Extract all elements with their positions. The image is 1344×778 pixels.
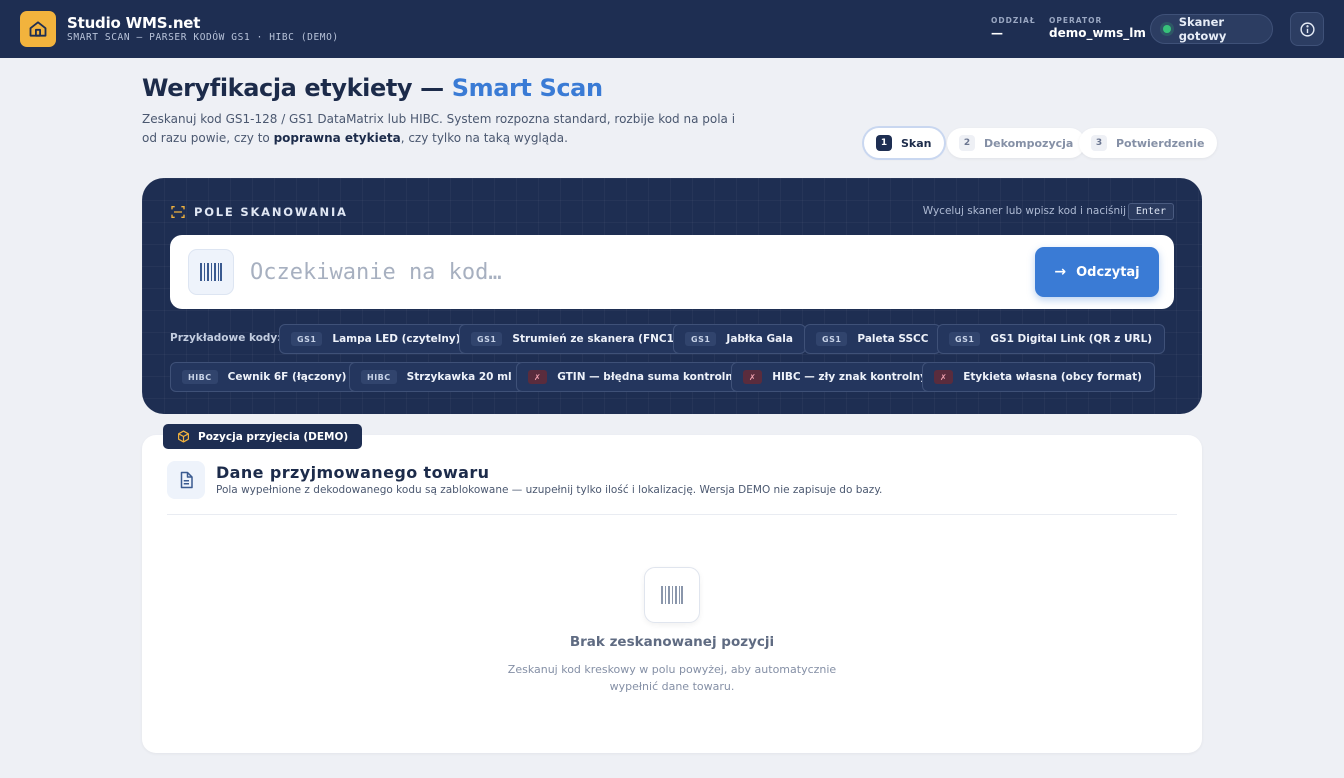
scan-heading: POLE SKANOWANIA — [194, 205, 348, 219]
empty-state-title: Brak zeskanowanej pozycji — [569, 634, 775, 650]
sample-label: Cewnik 6F (łączony) — [227, 371, 347, 383]
sample-chip[interactable]: GS1 GS1 Digital Link (QR z URL) — [937, 324, 1166, 354]
sample-label: Jabłka Gala — [726, 333, 793, 345]
step-decomposition[interactable]: 2 Dekompozycja — [947, 128, 1086, 158]
step-label: Dekompozycja — [984, 136, 1074, 150]
error-tag: ✗ — [934, 370, 954, 384]
code-type-tag: GS1 — [291, 332, 323, 346]
page-title-accent: Smart Scan — [451, 74, 603, 102]
scan-input[interactable] — [250, 255, 1010, 289]
error-tag: ✗ — [743, 370, 763, 384]
scan-hint: Wyceluj skaner lub wpisz kod i naciśnij — [922, 205, 1126, 217]
desc-bold: poprawna etykieta — [273, 131, 401, 145]
position-badge-label: Pozycja przyjęcia (DEMO) — [198, 430, 349, 443]
page-title-main: Weryfikacja etykiety — — [142, 74, 452, 102]
code-type-tag: HIBC — [182, 370, 218, 384]
arrow-right-icon: → — [1054, 264, 1067, 280]
sample-chip[interactable]: HIBC Strzykawka 20 ml — [349, 362, 525, 392]
package-icon — [178, 430, 189, 443]
step-number: 1 — [876, 135, 892, 151]
sample-chip-invalid[interactable]: ✗ Etykieta własna (obcy format) — [922, 362, 1155, 392]
read-button[interactable]: → Odczytaj — [1035, 247, 1159, 297]
empty-state-description: Zeskanuj kod kreskowy w polu powyżej, ab… — [507, 663, 837, 693]
scanner-status-text: Skaner gotowy — [1178, 15, 1227, 43]
goods-data-card: Dane przyjmowanego towaru Pola wypełnion… — [142, 435, 1202, 753]
sample-label: Strzykawka 20 ml — [406, 371, 512, 383]
operator-label: OPERATOR — [1049, 16, 1103, 25]
sample-label: Paleta SSCC — [857, 333, 929, 345]
app-title: Studio WMS.net — [67, 14, 201, 32]
code-type-tag: GS1 — [471, 332, 503, 346]
step-confirmation[interactable]: 3 Potwierdzenie — [1079, 128, 1217, 158]
page-description: Zeskanuj kod GS1-128 / GS1 DataMatrix lu… — [142, 110, 742, 148]
info-icon — [1299, 21, 1315, 37]
enter-key-hint: Enter — [1127, 203, 1174, 220]
card-title: Dane przyjmowanego towaru — [216, 463, 490, 482]
step-number: 3 — [1091, 135, 1107, 151]
position-badge: Pozycja przyjęcia (DEMO) — [163, 424, 363, 449]
step-number: 2 — [959, 135, 975, 151]
sample-label: Etykieta własna (obcy format) — [963, 371, 1142, 383]
step-label: Skan — [901, 136, 932, 150]
samples-label: Przykładowe kody: — [170, 332, 282, 344]
sample-chip[interactable]: GS1 Strumień ze skanera (FNC1) — [459, 324, 692, 354]
sample-chip[interactable]: GS1 Lampa LED (czytelny) — [279, 324, 474, 354]
sample-chip[interactable]: GS1 Paleta SSCC — [804, 324, 942, 354]
code-type-tag: GS1 — [816, 332, 848, 346]
top-bar: Studio WMS.net SMART SCAN — PARSER KODÓW… — [0, 0, 1344, 58]
read-button-label: Odczytaj — [1076, 264, 1140, 280]
sample-chip[interactable]: GS1 Jabłka Gala — [673, 324, 806, 354]
barcode-icon — [644, 567, 700, 623]
code-type-tag: GS1 — [949, 332, 981, 346]
sample-label: Strumień ze skanera (FNC1) — [512, 333, 679, 345]
code-type-tag: GS1 — [685, 332, 717, 346]
sample-chip-invalid[interactable]: ✗ GTIN — błędna suma kontrolna — [516, 362, 753, 392]
sample-label: GS1 Digital Link (QR z URL) — [990, 333, 1153, 345]
desc-part-2: , czy tylko na taką wygląda. — [400, 131, 568, 145]
scan-frame-icon — [171, 206, 185, 218]
barcode-icon — [188, 249, 234, 295]
status-dot-icon — [1163, 25, 1171, 33]
operator-value: demo_wms_lm — [1049, 26, 1146, 40]
home-icon[interactable] — [20, 11, 56, 47]
card-subtitle: Pola wypełnione z dekodowanego kodu są z… — [216, 484, 883, 496]
sample-chip-invalid[interactable]: ✗ HIBC — zły znak kontrolny — [731, 362, 940, 392]
scan-panel: POLE SKANOWANIA Wyceluj skaner lub wpisz… — [142, 178, 1202, 414]
step-scan[interactable]: 1 Skan — [864, 128, 944, 158]
sample-label: HIBC — zły znak kontrolny — [772, 371, 927, 383]
error-tag: ✗ — [528, 370, 548, 384]
sample-chip[interactable]: HIBC Cewnik 6F (łączony) — [170, 362, 360, 392]
document-icon — [167, 461, 205, 499]
app-subtitle: SMART SCAN — PARSER KODÓW GS1 · HIBC (DE… — [67, 32, 339, 43]
step-label: Potwierdzenie — [1116, 136, 1205, 150]
scan-input-wrapper: → Odczytaj — [170, 235, 1174, 309]
code-type-tag: HIBC — [361, 370, 397, 384]
divider — [167, 514, 1177, 515]
scanner-status-badge: Skaner gotowy — [1150, 14, 1273, 44]
info-button[interactable] — [1290, 12, 1324, 46]
sample-label: Lampa LED (czytelny) — [332, 333, 461, 345]
branch-label: ODDZIAŁ — [991, 16, 1036, 25]
page-title: Weryfikacja etykiety — Smart Scan — [142, 74, 603, 102]
sample-label: GTIN — błędna suma kontrolna — [557, 371, 740, 383]
branch-value: — — [991, 26, 1003, 40]
